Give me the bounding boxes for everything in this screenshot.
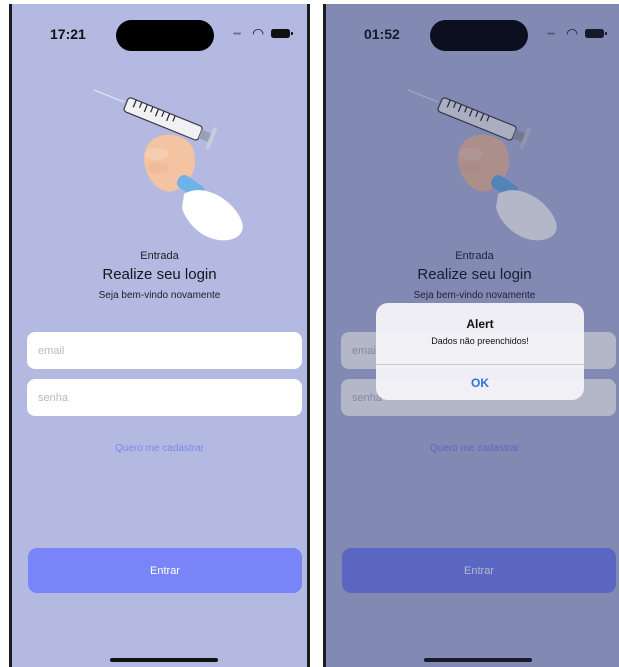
page-title: Realize seu login <box>102 266 217 283</box>
syringe-hand-illustration <box>94 89 243 241</box>
dynamic-island <box>116 20 214 51</box>
phone-screen-login-alert: 01:52 ••••• ◠ Entrada Realize seu login … <box>323 4 619 667</box>
email-field[interactable] <box>27 332 302 369</box>
status-time: 17:21 <box>50 26 86 42</box>
page-subtitle: Seja bem-vindo novamente <box>98 290 221 301</box>
register-link[interactable]: Quero me cadastrar <box>12 443 307 454</box>
wifi-icon: ◠ <box>252 25 265 41</box>
alert-ok-button[interactable]: OK <box>376 365 584 400</box>
login-button[interactable]: Entrar <box>28 548 302 593</box>
home-indicator <box>110 658 218 662</box>
signal-icon: ••••• <box>233 31 241 38</box>
battery-icon <box>271 29 293 38</box>
alert-dialog: Alert Dados não preenchidos! OK <box>376 303 584 400</box>
phone-screen-login: 17:21 ••••• ◠ Entrada Realize seu login … <box>9 4 310 667</box>
password-field[interactable] <box>27 379 302 416</box>
status-bar: 17:21 ••••• ◠ <box>12 4 307 64</box>
alert-title: Alert <box>466 317 494 331</box>
section-label: Entrada <box>140 250 179 262</box>
alert-message: Dados não preenchidos! <box>431 336 529 346</box>
